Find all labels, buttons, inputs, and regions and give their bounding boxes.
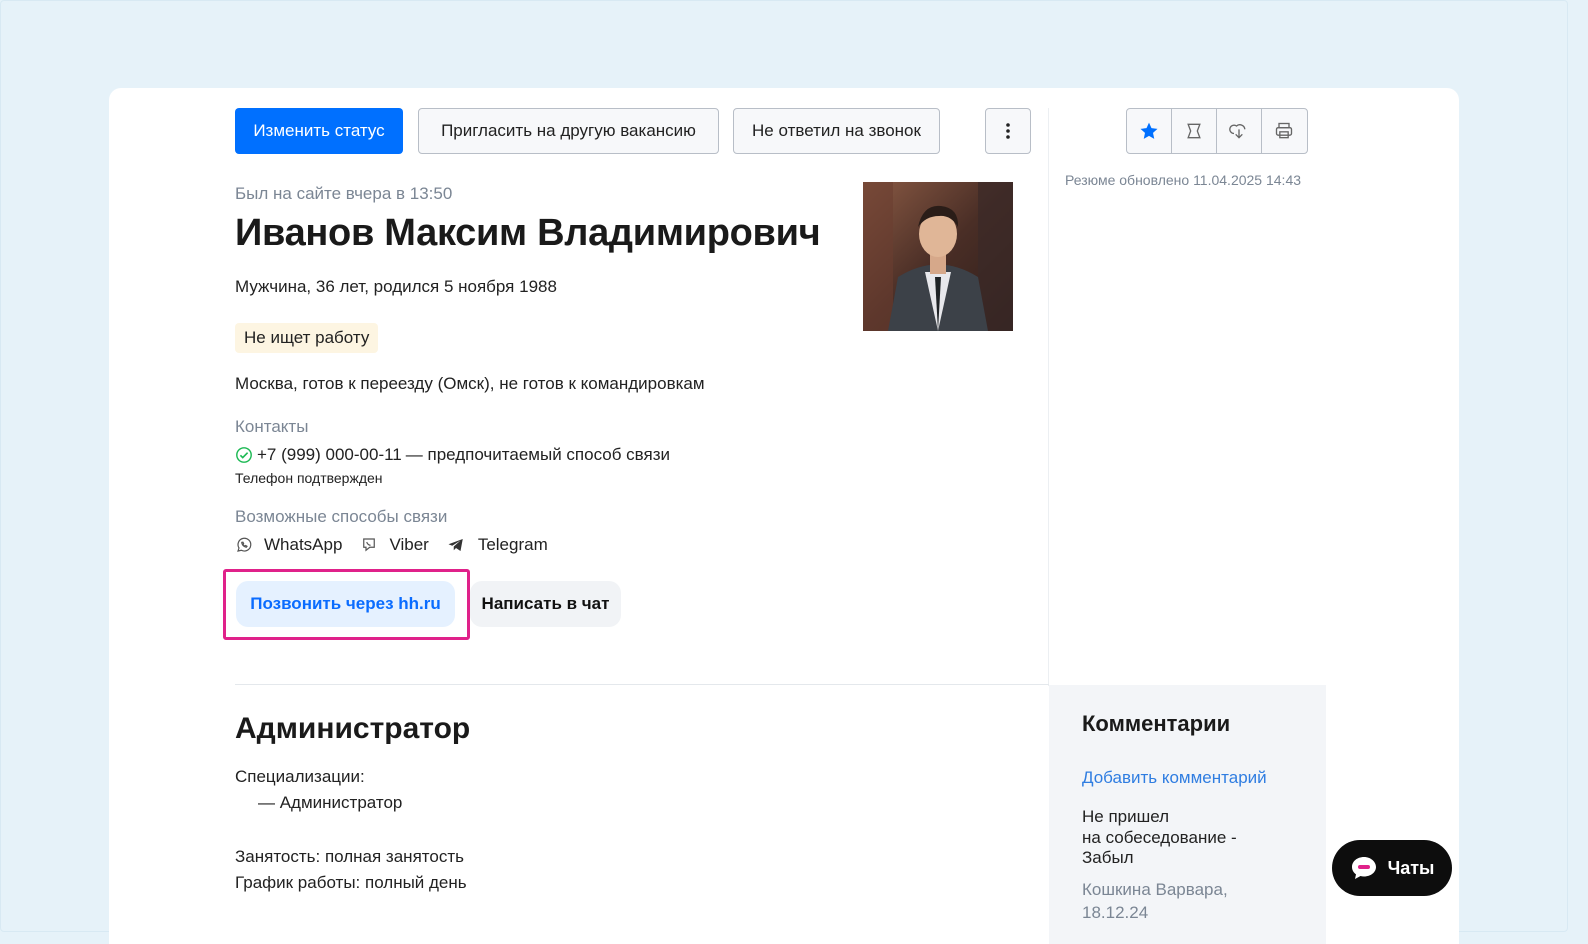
employment-type: Занятость: полная занятость [235, 847, 464, 866]
comment-text-line: Не пришел [1082, 807, 1170, 826]
star-icon [1140, 122, 1158, 139]
alt-contacts-heading: Возможные способы связи [235, 507, 448, 526]
verified-check-icon [236, 447, 252, 463]
chats-button[interactable]: Чаты [1332, 840, 1452, 896]
call-via-hh-button[interactable]: Позвонить через hh.ru [236, 581, 455, 627]
contacts-heading: Контакты [235, 417, 309, 436]
work-schedule: График работы: полный день [235, 873, 467, 892]
invite-other-vacancy-button[interactable]: Пригласить на другую вакансию [418, 108, 719, 154]
more-vertical-icon [1006, 123, 1010, 139]
compare-icon [1187, 123, 1201, 139]
candidate-info: Мужчина, 36 лет, родился 5 ноября 1988 [235, 277, 557, 296]
candidate-photo [863, 182, 1013, 331]
comment-text-line: Забыл [1082, 848, 1134, 867]
telegram-icon [448, 539, 463, 551]
print-icon [1276, 122, 1293, 139]
comments-title: Комментарии [1082, 711, 1231, 736]
chat-bubble-icon [1351, 857, 1376, 879]
more-button[interactable] [985, 108, 1031, 154]
chats-label[interactable]: Чаты [1388, 858, 1435, 879]
resume-updated-date: Резюме обновлено 11.04.2025 14:43 [1065, 172, 1302, 188]
compare-button[interactable] [1172, 109, 1217, 153]
change-status-button[interactable]: Изменить статус [235, 108, 403, 154]
phone-verified-note: Телефон подтвержден [235, 470, 383, 486]
favorite-button[interactable] [1127, 109, 1172, 153]
messenger-telegram[interactable]: Telegram [478, 535, 548, 555]
specializations-label: Специализации: [235, 767, 365, 786]
download-button[interactable] [1217, 109, 1262, 153]
phone-row: +7 (999) 000-00-11— предпочитаемый спосо… [235, 445, 670, 465]
add-comment-link[interactable]: Добавить комментарий [1082, 768, 1267, 788]
last-seen: Был на сайте вчера в 13:50 [235, 184, 453, 203]
candidate-location: Москва, готов к переезду (Омск), не гото… [235, 374, 705, 393]
comment-date: 18.12.24 [1082, 903, 1149, 922]
phone-number[interactable]: +7 (999) 000-00-11 [257, 445, 402, 465]
print-button[interactable] [1262, 109, 1307, 153]
no-answer-button[interactable]: Не ответил на звонок [733, 108, 940, 154]
job-search-status-badge: Не ищет работу [235, 323, 379, 353]
phone-preference-note: — предпочитаемый способ связи [405, 445, 671, 464]
candidate-name: Иванов Максим Владимирович [235, 212, 821, 254]
section-divider [235, 684, 1049, 685]
viber-icon [363, 538, 376, 552]
resume-actions-group [1126, 108, 1308, 154]
comment-text-line: на собеседование - [1082, 827, 1237, 847]
column-divider [1048, 108, 1049, 686]
download-icon [1229, 124, 1246, 139]
whatsapp-icon [237, 537, 252, 552]
write-to-chat-button[interactable]: Написать в чат [470, 581, 621, 627]
comment-item: Не пришел на собеседование - Забыл [1082, 807, 1237, 869]
comment-meta: Кошкина Варвара, 18.12.24 [1082, 878, 1228, 924]
comment-author: Кошкина Варвара, [1082, 880, 1228, 899]
messengers-row: WhatsApp Viber Telegram [235, 535, 548, 555]
specialization-item: — Администратор [258, 793, 403, 812]
messenger-viber[interactable]: Viber [389, 535, 428, 555]
position-title: Администратор [235, 712, 471, 745]
messenger-whatsapp[interactable]: WhatsApp [264, 535, 342, 555]
